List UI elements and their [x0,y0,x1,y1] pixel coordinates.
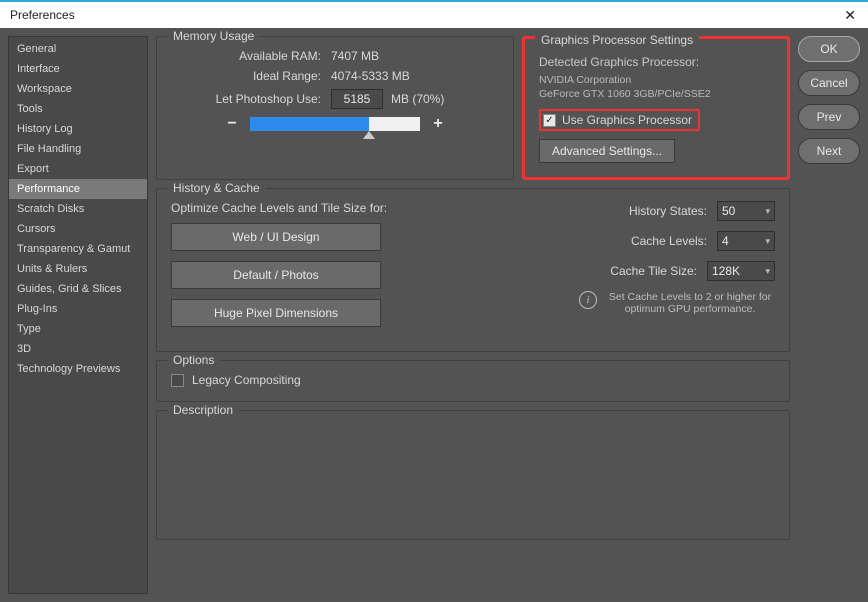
close-icon[interactable]: ✕ [838,5,862,26]
sidebar-item-export[interactable]: Export [9,159,147,179]
options-group: Options Legacy Compositing [156,360,790,402]
memory-usage-legend: Memory Usage [167,29,260,43]
use-gpu-checkbox-row[interactable]: ✓ Use Graphics Processor [539,109,700,131]
description-group: Description [156,410,790,540]
gpu-settings-legend: Graphics Processor Settings [535,33,699,47]
window-title: Preferences [10,8,75,22]
cancel-button[interactable]: Cancel [798,70,860,96]
cache-levels-label: Cache Levels: [631,234,707,248]
sidebar-item-technology-previews[interactable]: Technology Previews [9,359,147,379]
legacy-compositing-checkbox[interactable] [171,374,184,387]
chevron-down-icon: ▾ [765,206,770,217]
sidebar-item-performance[interactable]: Performance [9,179,147,199]
memory-decrease-button[interactable]: − [224,115,240,133]
next-button[interactable]: Next [798,138,860,164]
use-gpu-label: Use Graphics Processor [562,113,692,127]
optimize-label: Optimize Cache Levels and Tile Size for: [171,201,445,215]
ideal-range-label: Ideal Range: [171,69,331,83]
chevron-down-icon: ▾ [765,266,770,277]
description-legend: Description [167,403,239,417]
available-ram-label: Available RAM: [171,49,331,63]
gpu-advanced-button[interactable]: Advanced Settings... [539,139,675,163]
prev-button[interactable]: Prev [798,104,860,130]
sidebar-item-history-log[interactable]: History Log [9,119,147,139]
preset-huge-pixel[interactable]: Huge Pixel Dimensions [171,299,381,327]
legacy-compositing-row[interactable]: Legacy Compositing [171,373,775,387]
history-states-select[interactable]: 50▾ [717,201,775,221]
info-icon: i [579,291,597,309]
sidebar-item-tools[interactable]: Tools [9,99,147,119]
sidebar-item-guides-grid-slices[interactable]: Guides, Grid & Slices [9,279,147,299]
ideal-range-value: 4074-5333 MB [331,69,410,83]
cache-tile-select[interactable]: 128K▾ [707,261,775,281]
ok-button[interactable]: OK [798,36,860,62]
memory-slider-thumb[interactable] [363,131,375,139]
options-legend: Options [167,353,220,367]
cache-tile-label: Cache Tile Size: [610,264,697,278]
let-use-label: Let Photoshop Use: [171,92,331,106]
memory-slider[interactable] [250,117,420,131]
cache-info-text: Set Cache Levels to 2 or higher for opti… [605,291,775,315]
history-cache-group: History & Cache Optimize Cache Levels an… [156,188,790,352]
sidebar-item-units-rulers[interactable]: Units & Rulers [9,259,147,279]
sidebar-item-type[interactable]: Type [9,319,147,339]
history-cache-legend: History & Cache [167,181,266,195]
gpu-detected-label: Detected Graphics Processor: [539,55,773,69]
memory-usage-group: Memory Usage Available RAM: 7407 MB Idea… [156,36,514,180]
sidebar-item-3d[interactable]: 3D [9,339,147,359]
legacy-compositing-label: Legacy Compositing [192,373,301,387]
sidebar-item-interface[interactable]: Interface [9,59,147,79]
gpu-model: GeForce GTX 1060 3GB/PCIe/SSE2 [539,88,711,100]
gpu-vendor: NVIDIA Corporation [539,74,631,86]
let-use-input[interactable] [331,89,383,109]
history-states-label: History States: [629,204,707,218]
sidebar-item-workspace[interactable]: Workspace [9,79,147,99]
available-ram-value: 7407 MB [331,49,379,63]
cache-levels-select[interactable]: 4▾ [717,231,775,251]
gpu-settings-group: Graphics Processor Settings Detected Gra… [522,36,790,180]
sidebar-item-cursors[interactable]: Cursors [9,219,147,239]
preset-web-ui[interactable]: Web / UI Design [171,223,381,251]
chevron-down-icon: ▾ [765,236,770,247]
preset-default-photos[interactable]: Default / Photos [171,261,381,289]
preferences-sidebar: GeneralInterfaceWorkspaceToolsHistory Lo… [8,36,148,594]
sidebar-item-plug-ins[interactable]: Plug-Ins [9,299,147,319]
sidebar-item-scratch-disks[interactable]: Scratch Disks [9,199,147,219]
memory-slider-fill [250,117,369,131]
memory-increase-button[interactable]: + [430,115,446,133]
let-use-suffix: MB (70%) [391,92,444,106]
sidebar-item-file-handling[interactable]: File Handling [9,139,147,159]
sidebar-item-general[interactable]: General [9,39,147,59]
sidebar-item-transparency-gamut[interactable]: Transparency & Gamut [9,239,147,259]
use-gpu-checkbox[interactable]: ✓ [543,114,556,127]
